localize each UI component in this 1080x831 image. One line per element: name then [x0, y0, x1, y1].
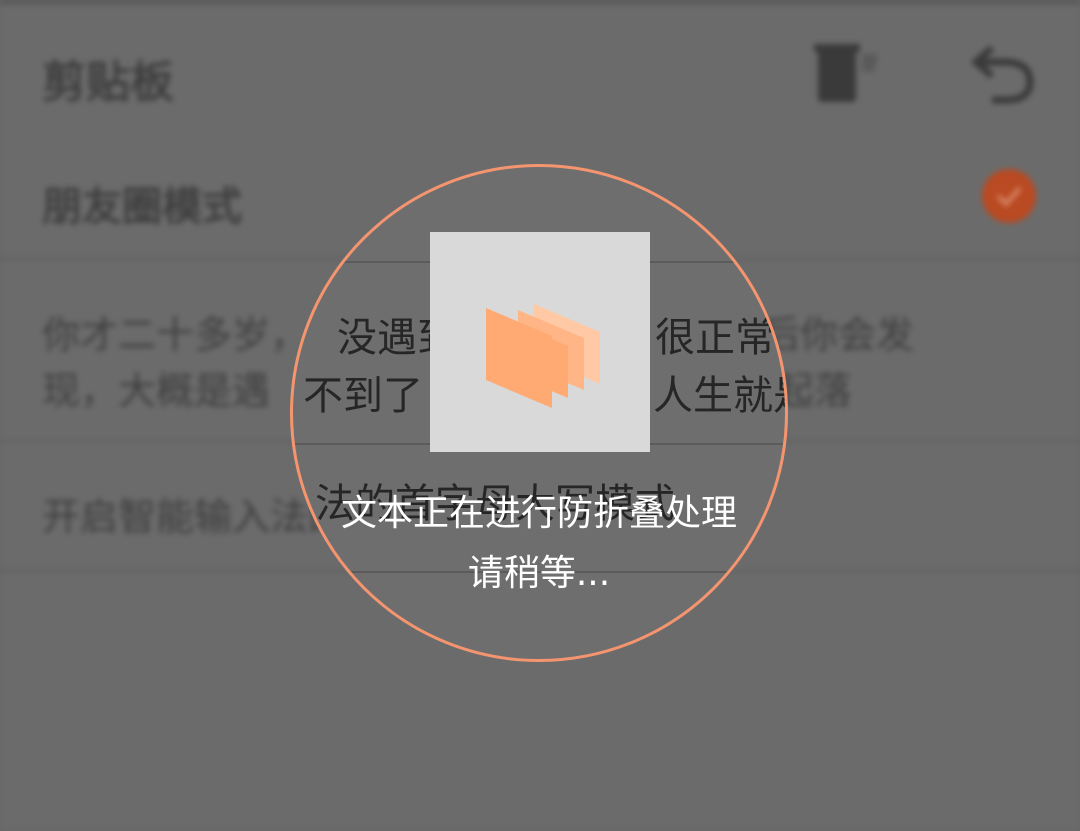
processing-message: 文本正在进行防折叠处理 [340, 493, 737, 534]
undo-icon[interactable] [968, 44, 1040, 104]
magnified-text: 不到了 [303, 373, 423, 419]
magnified-text: 人生就是这样起起落 [653, 373, 785, 419]
loading-indicator [430, 232, 650, 452]
trash-icon[interactable] [812, 42, 882, 106]
app-header: 剪贴板 [0, 4, 1080, 134]
page-title: 剪贴板 [42, 57, 174, 108]
checkmark-icon[interactable] [982, 169, 1036, 223]
magnified-text: 很正常，往后你会发 [655, 315, 785, 361]
processing-wait-message: 请稍等... [467, 553, 611, 594]
mode-label: 朋友圈模式 [42, 184, 242, 230]
stacked-pages-icon [486, 304, 600, 408]
